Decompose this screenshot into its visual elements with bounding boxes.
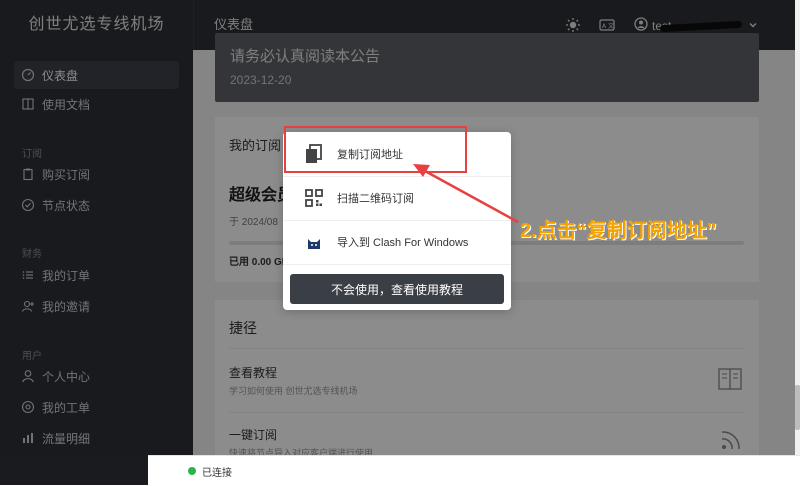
import-clash-for-windows[interactable]: 导入到 Clash For Windows <box>283 220 511 265</box>
view-tutorial-button[interactable]: 不会使用，查看使用教程 <box>290 274 504 304</box>
scrollbar-thumb[interactable] <box>795 385 800 430</box>
menu-item-label: 复制订阅地址 <box>337 149 403 161</box>
menu-item-label: 扫描二维码订阅 <box>337 193 414 205</box>
scan-qr-subscribe[interactable]: 扫描二维码订阅 <box>283 176 511 221</box>
subscribe-popup: 复制订阅地址 扫描二维码订阅 导入到 Clash For Windows 不会使… <box>283 132 511 310</box>
copy-icon <box>291 144 337 164</box>
copy-subscription-link[interactable]: 复制订阅地址 <box>283 132 511 177</box>
status-dot-icon <box>188 467 196 475</box>
connection-status-bar: 已连接 <box>148 455 800 486</box>
qr-code-icon <box>291 189 337 207</box>
menu-item-label: 导入到 Clash For Windows <box>337 237 469 249</box>
desktop-background <box>0 455 148 485</box>
annotation-text: 2.点击“复制订阅地址” <box>520 220 717 242</box>
clash-cat-icon <box>291 233 337 251</box>
connection-status: 已连接 <box>202 467 232 479</box>
